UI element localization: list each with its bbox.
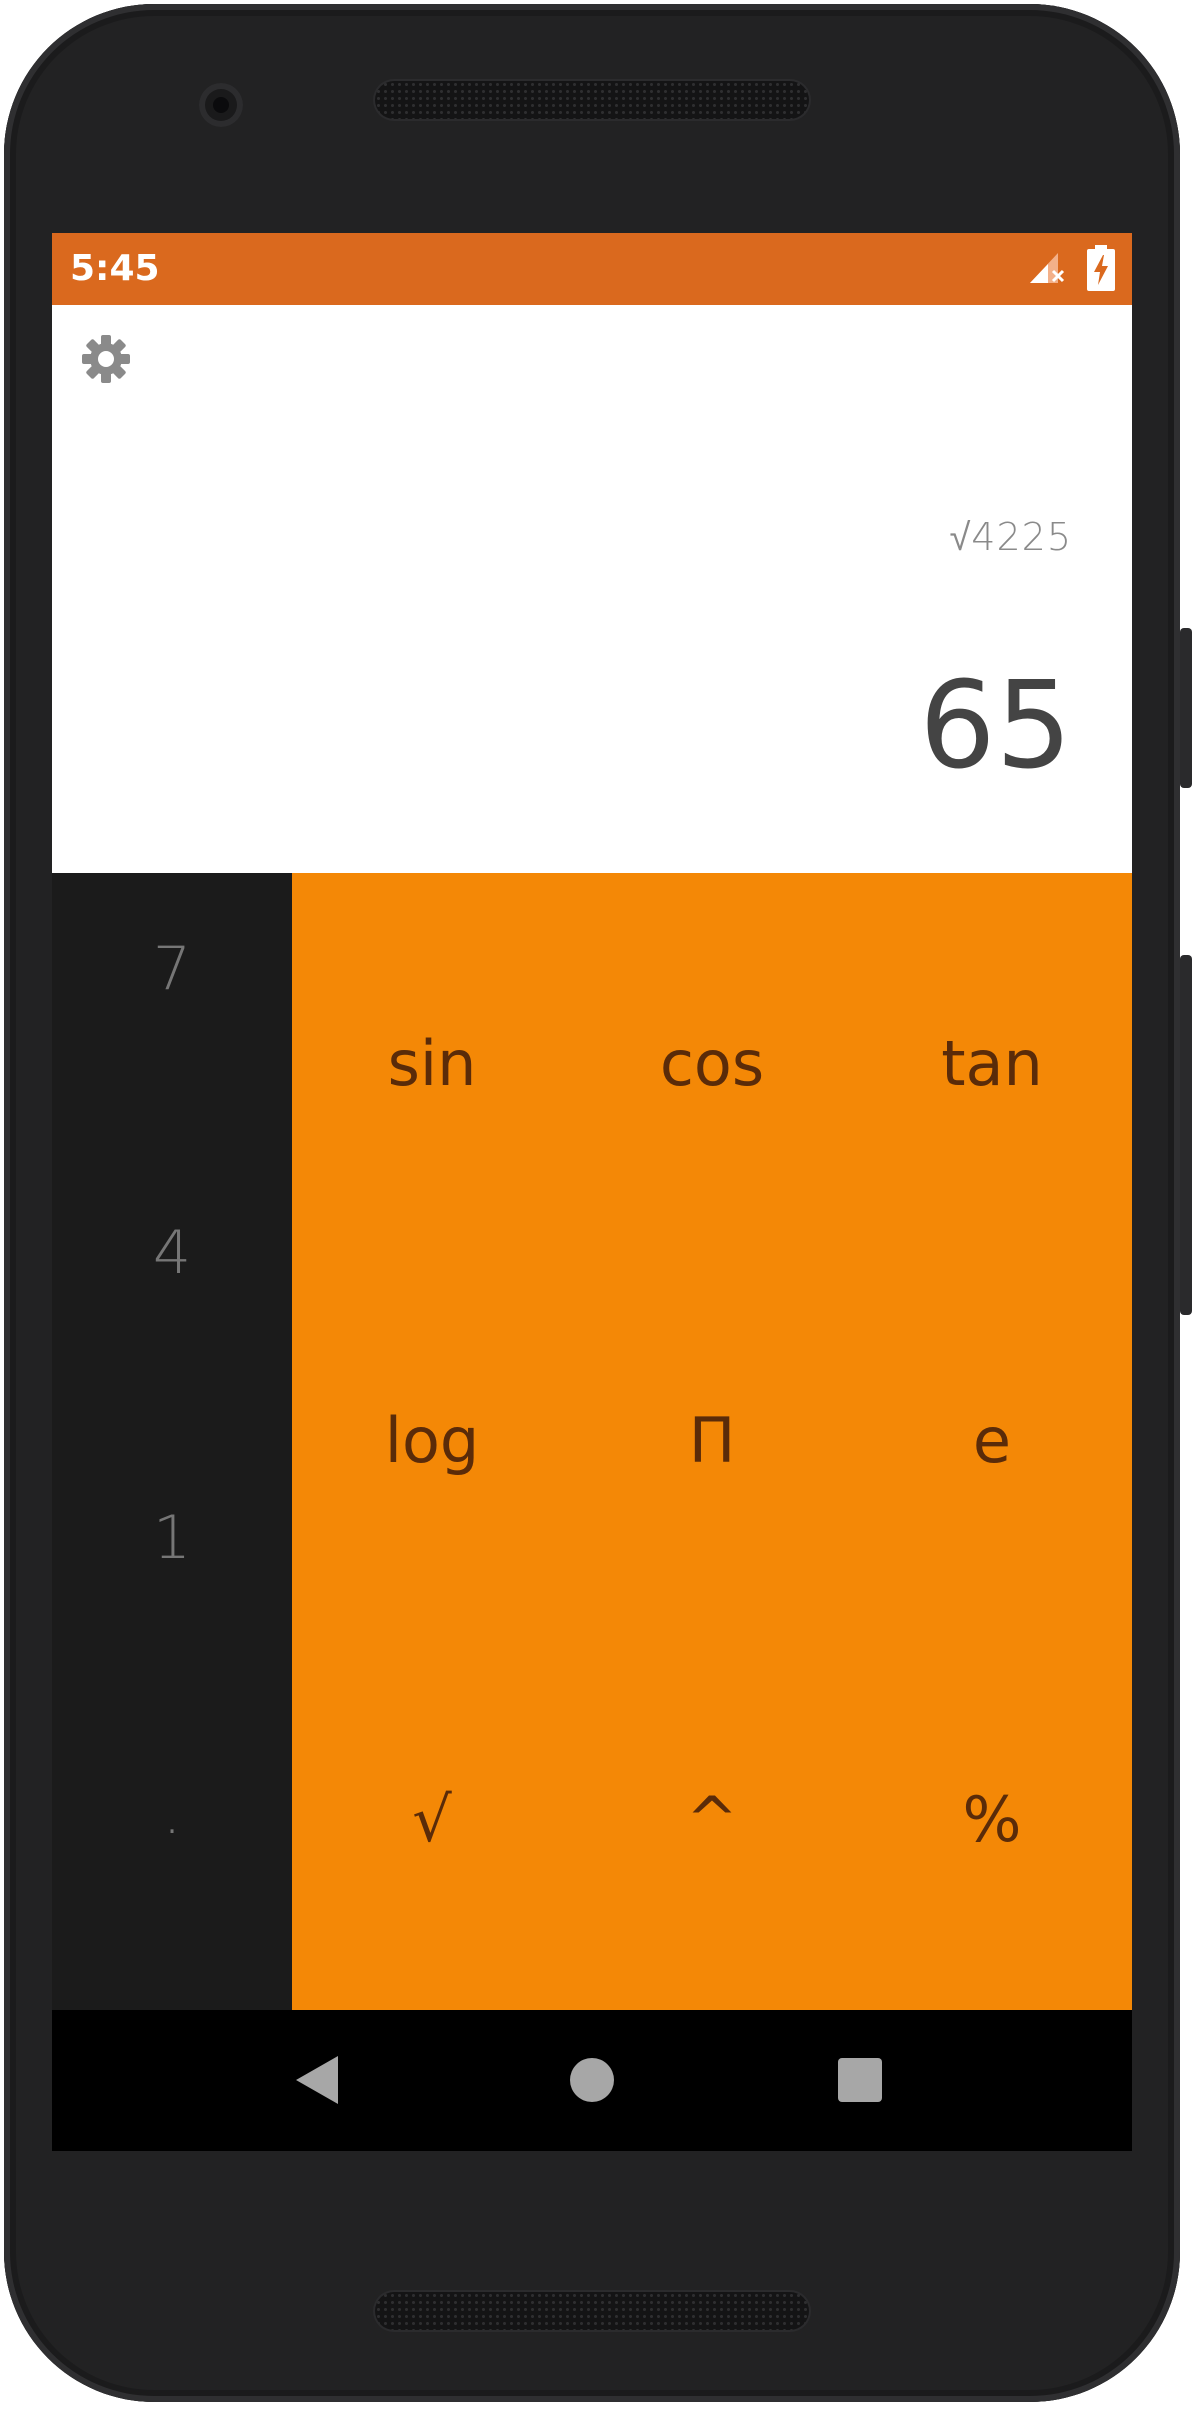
- result-text: 65: [919, 657, 1072, 796]
- key-decimal[interactable]: .: [52, 1773, 292, 1853]
- signal-no-service-icon: [1030, 253, 1065, 283]
- navigation-bar: [52, 2010, 1132, 2151]
- key-1[interactable]: 1: [52, 1498, 292, 1578]
- front-camera: [199, 83, 243, 127]
- status-bar: 5:45: [52, 233, 1132, 305]
- calculator-display: √4225 65: [52, 305, 1132, 873]
- numeric-keypad: 7 4 1 .: [52, 873, 292, 2010]
- key-log[interactable]: log: [292, 1396, 572, 1486]
- top-speaker: [375, 81, 809, 119]
- key-7[interactable]: 7: [52, 929, 292, 1009]
- key-sin[interactable]: sin: [292, 1019, 572, 1109]
- back-triangle-icon[interactable]: [294, 2054, 340, 2106]
- home-circle-icon[interactable]: [570, 2058, 614, 2102]
- gear-icon[interactable]: [80, 333, 132, 385]
- key-4[interactable]: 4: [52, 1213, 292, 1293]
- status-time: 5:45: [70, 248, 160, 289]
- key-sqrt[interactable]: √: [292, 1775, 572, 1865]
- power-button: [1180, 628, 1192, 788]
- key-cos[interactable]: cos: [572, 1019, 852, 1109]
- key-pi[interactable]: Π: [572, 1396, 852, 1486]
- key-tan[interactable]: tan: [852, 1019, 1132, 1109]
- key-percent[interactable]: %: [852, 1775, 1132, 1865]
- bottom-speaker: [375, 2292, 809, 2330]
- recents-square-icon[interactable]: [838, 2058, 882, 2102]
- screen: 5:45 √4225 65 7 4 1 . sin cos tan log Π …: [52, 233, 1132, 2151]
- key-e[interactable]: e: [852, 1396, 1132, 1486]
- volume-button: [1180, 955, 1192, 1315]
- expression-text: √4225: [949, 515, 1072, 559]
- battery-charging-icon: [1087, 245, 1115, 291]
- key-power[interactable]: ^: [572, 1775, 852, 1865]
- advanced-function-pad: sin cos tan log Π e √ ^ %: [292, 873, 1132, 2010]
